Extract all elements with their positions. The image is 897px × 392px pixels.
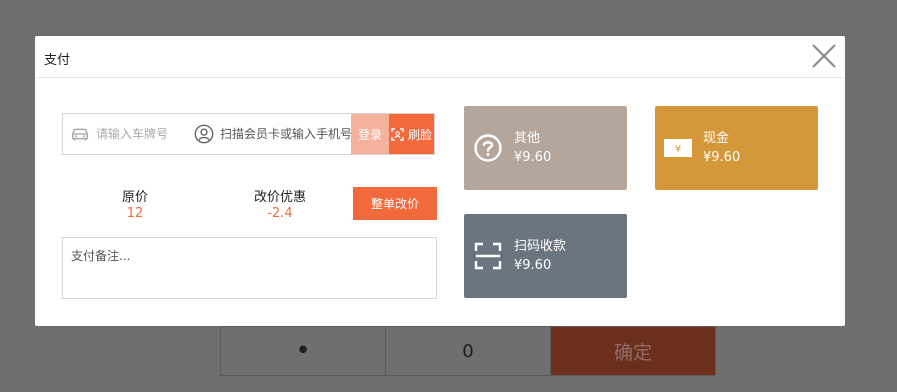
face-scan-button[interactable]: 刷脸: [389, 114, 434, 154]
pay-other-tile[interactable]: 其他 ¥9.60: [464, 106, 627, 190]
user-icon: [194, 124, 214, 144]
discount-value: -2.4: [267, 206, 293, 221]
pay-scan-tile[interactable]: 扫码收款 ¥9.60: [464, 214, 627, 298]
discount: 改价优惠 -2.4: [230, 186, 330, 221]
svg-text:¥: ¥: [675, 144, 681, 155]
question-circle-icon: [474, 134, 502, 162]
member-card-field: [189, 114, 351, 154]
adjust-price-button[interactable]: 整单改价: [353, 187, 437, 220]
pay-cash-label: 现金: [703, 131, 730, 146]
member-card-input[interactable]: [215, 127, 351, 141]
keypad-confirm-key: 确定: [551, 327, 715, 375]
original-price: 原价 12: [85, 186, 185, 221]
background-keypad: • 0 确定: [220, 326, 716, 376]
pay-scan-amount: ¥9.60: [514, 258, 552, 273]
pay-cash-amount: ¥9.60: [703, 150, 741, 165]
pay-scan-label: 扫码收款: [514, 239, 567, 254]
pay-cash-tile[interactable]: ¥ 现金 ¥9.60: [655, 106, 818, 190]
face-scan-icon: [391, 127, 404, 141]
keypad-zero-key: 0: [386, 327, 551, 375]
original-price-label: 原价: [121, 190, 148, 205]
login-button[interactable]: 登录: [351, 114, 389, 154]
discount-label: 改价优惠: [253, 190, 306, 205]
plate-number-field: [63, 114, 189, 154]
pay-other-label: 其他: [514, 131, 541, 146]
dialog-header: 支付: [35, 36, 845, 78]
plate-number-input[interactable]: [91, 127, 189, 141]
payment-remarks-input[interactable]: [62, 237, 437, 299]
dialog-title: 支付: [44, 53, 71, 68]
cash-note-icon: ¥: [664, 139, 692, 157]
close-icon[interactable]: [811, 43, 837, 69]
member-scan-row: 登录 刷脸: [62, 113, 435, 155]
car-icon: [71, 128, 89, 141]
face-scan-label: 刷脸: [407, 127, 432, 142]
keypad-dot-key: •: [221, 327, 386, 375]
pay-other-amount: ¥9.60: [514, 150, 552, 165]
original-price-value: 12: [126, 206, 144, 221]
payment-dialog: 支付 登录: [35, 36, 845, 326]
scan-frame-icon: [474, 242, 502, 270]
